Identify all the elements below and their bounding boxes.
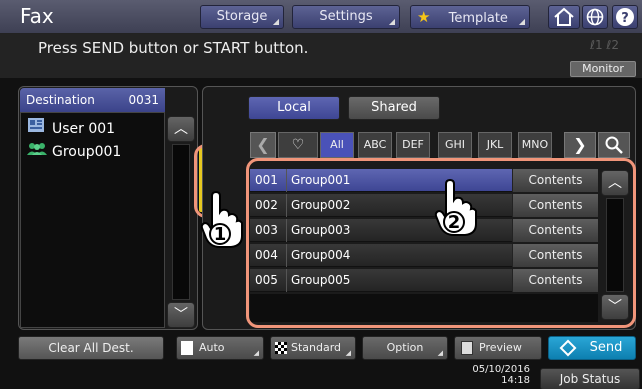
storage-label: Storage <box>216 9 268 24</box>
home-button[interactable] <box>548 5 580 29</box>
search-icon <box>605 136 623 154</box>
star-icon: ★ <box>417 8 431 26</box>
callout-number: 1 <box>213 224 227 245</box>
template-button[interactable]: ★ Template ◢ <box>410 5 530 29</box>
job-status-label: Job Status <box>559 372 621 386</box>
destination-label: Destination <box>26 93 95 107</box>
submenu-arrow-icon: ◢ <box>388 17 395 26</box>
heart-icon: ♡ <box>291 137 305 153</box>
line-indicators: ℓ1 ℓ2 <box>590 38 619 52</box>
resolution-button[interactable]: Standard ◢ <box>270 336 356 360</box>
date-time: 05/10/2016 14:18 <box>454 364 530 386</box>
destination-item-label: User 001 <box>52 121 116 137</box>
callout-2: 2 <box>432 178 482 238</box>
dest-scroll-up-button[interactable]: ︿ <box>167 116 195 142</box>
template-label: Template <box>448 11 508 26</box>
dest-scrollbar[interactable] <box>172 144 190 300</box>
current-date: 05/10/2016 <box>472 364 530 375</box>
language-button[interactable] <box>582 5 608 29</box>
globe-icon <box>586 8 604 26</box>
preview-label: Preview <box>479 341 522 354</box>
destination-count: 0031 <box>128 93 159 107</box>
group-icon <box>26 141 47 163</box>
help-button[interactable]: ? <box>612 5 638 29</box>
index-all-button[interactable]: All <box>320 132 354 158</box>
help-icon: ? <box>616 8 634 26</box>
chevron-down-icon: ﹀ <box>174 307 188 323</box>
app-title: Fax <box>20 4 54 28</box>
resolution-label: Standard <box>291 341 342 354</box>
index-prev-button[interactable]: ❮ <box>250 132 276 158</box>
index-jkl-button[interactable]: JKL <box>478 132 512 158</box>
user-icon <box>26 117 46 140</box>
submenu-arrow-icon: ◢ <box>272 17 279 26</box>
status-message: Press SEND button or START button. <box>38 39 309 57</box>
chevron-right-icon: ❯ <box>573 135 587 154</box>
search-button[interactable] <box>598 132 630 158</box>
storage-button[interactable]: Storage ◢ <box>200 5 284 29</box>
document-icon <box>181 341 193 355</box>
preview-icon <box>461 341 473 355</box>
index-mno-button[interactable]: MNO <box>518 132 552 158</box>
preview-button[interactable]: Preview <box>454 336 542 360</box>
start-diamond-icon <box>559 339 577 356</box>
submenu-arrow-icon: ◢ <box>518 17 525 26</box>
tab-local[interactable]: Local <box>248 96 340 120</box>
home-icon <box>554 7 574 26</box>
clear-all-destinations-button[interactable]: Clear All Dest. <box>18 336 164 360</box>
submenu-arrow-icon: ◢ <box>345 349 351 357</box>
option-label: Option <box>386 341 424 354</box>
destination-item-label: Group001 <box>52 144 122 160</box>
svg-text:?: ? <box>621 11 629 26</box>
destination-list: User 001 Group001 <box>20 112 165 328</box>
destination-item[interactable]: User 001 <box>26 117 115 139</box>
send-label: Send <box>589 340 623 355</box>
callout-1: 1 <box>198 190 248 250</box>
checker-icon <box>275 342 287 354</box>
color-mode-button[interactable]: Auto ◢ <box>176 336 264 360</box>
settings-button[interactable]: Settings ◢ <box>292 5 400 29</box>
destination-item[interactable]: Group001 <box>26 141 121 163</box>
current-time: 14:18 <box>501 375 530 386</box>
tab-shared[interactable]: Shared <box>348 96 440 120</box>
chevron-left-icon: ❮ <box>256 135 270 154</box>
favorites-button[interactable]: ♡ <box>278 132 318 158</box>
chevron-up-icon: ︿ <box>174 121 188 137</box>
submenu-arrow-icon: ◢ <box>253 349 259 357</box>
dest-scroll-down-button[interactable]: ﹀ <box>167 302 195 328</box>
submenu-arrow-icon: ◢ <box>437 349 443 357</box>
index-def-button[interactable]: DEF <box>396 132 430 158</box>
settings-label: Settings <box>319 9 373 24</box>
callout-number: 2 <box>447 212 461 233</box>
monitor-button[interactable]: Monitor <box>570 61 636 77</box>
job-status-button[interactable]: Job Status <box>540 368 640 389</box>
destination-header: Destination 0031 <box>20 88 165 112</box>
index-next-button[interactable]: ❯ <box>564 132 596 158</box>
option-button[interactable]: Option ◢ <box>362 336 448 360</box>
send-button[interactable]: Send <box>548 336 636 360</box>
index-ghi-button[interactable]: GHI <box>438 132 472 158</box>
index-abc-button[interactable]: ABC <box>358 132 392 158</box>
color-mode-label: Auto <box>199 341 225 354</box>
